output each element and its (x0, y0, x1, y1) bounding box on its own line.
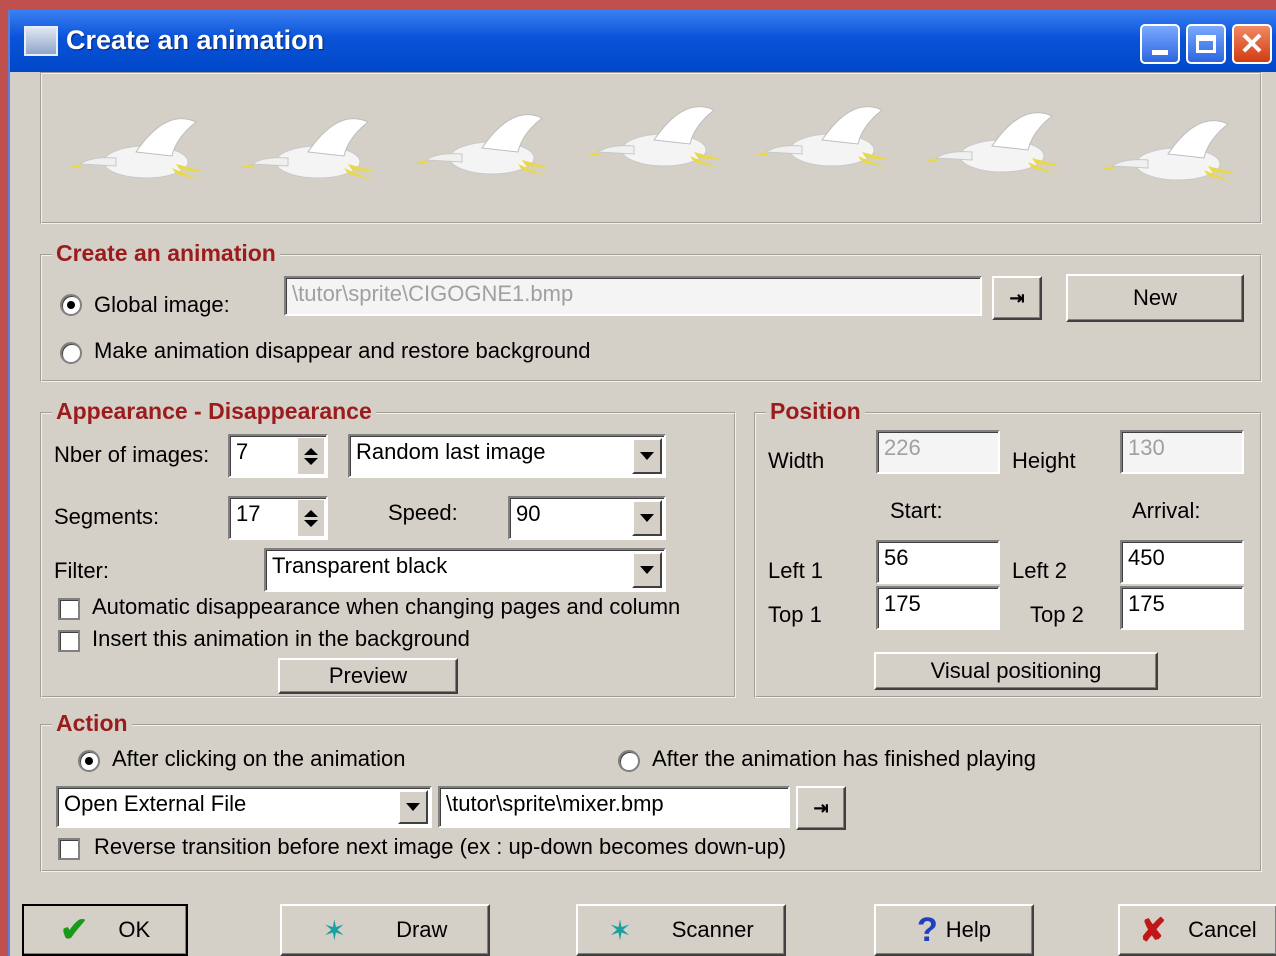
disappear-radio[interactable] (60, 342, 82, 364)
position-legend: Position (766, 398, 865, 425)
last-image-mode-select[interactable]: Random last image (348, 434, 666, 478)
check-icon: ✔ (59, 911, 89, 949)
appearance-legend: Appearance - Disappearance (52, 398, 376, 425)
help-button[interactable]: ? Help (874, 904, 1034, 956)
action-select-value: Open External File (64, 791, 247, 816)
global-image-radio[interactable] (60, 294, 82, 316)
nber-images-label: Nber of images: (54, 442, 210, 467)
speed-select[interactable]: 90 (508, 496, 666, 540)
create-animation-legend: Create an animation (52, 240, 280, 267)
chevron-down-icon[interactable] (398, 790, 428, 824)
global-image-field[interactable]: \tutor\sprite\CIGOGNE1.bmp (284, 276, 982, 316)
reverse-transition-checkbox[interactable] (58, 838, 80, 860)
minimize-icon (1152, 49, 1168, 55)
after-click-label: After clicking on the animation (112, 746, 406, 771)
appearance-group: Appearance - Disappearance Nber of image… (40, 398, 736, 698)
left1-field[interactable]: 56 (876, 540, 1000, 584)
draw-label: Draw (396, 917, 448, 942)
cancel-label: Cancel (1188, 917, 1257, 942)
top1-label: Top 1 (768, 602, 822, 627)
top2-field[interactable]: 175 (1120, 586, 1244, 630)
action-group: Action After clicking on the animation A… (40, 710, 1262, 872)
filter-select[interactable]: Transparent black (264, 548, 666, 592)
create-animation-group: Create an animation Global image: \tutor… (40, 240, 1262, 382)
reverse-transition-label: Reverse transition before next image (ex… (94, 834, 787, 859)
auto-disappear-label: Automatic disappearance when changing pa… (92, 594, 681, 619)
stork-sprite (65, 106, 1239, 183)
chevron-down-icon[interactable] (632, 552, 662, 588)
insert-background-label: Insert this animation in the background (92, 626, 470, 651)
help-label: Help (945, 917, 992, 942)
figure-icon: ✶ (322, 914, 347, 946)
width-field[interactable]: 226 (876, 430, 1000, 474)
after-finished-label: After the animation has finished playing (652, 746, 1037, 771)
left2-label: Left 2 (1012, 558, 1068, 583)
position-group: Position Width 226 Height 130 Start: Arr… (754, 398, 1262, 698)
ok-button[interactable]: ✔ OK (22, 904, 188, 956)
new-button[interactable]: New (1066, 274, 1244, 322)
disappear-label: Make animation disappear and restore bac… (94, 338, 591, 363)
sprite-preview-strip (40, 72, 1262, 224)
visual-positioning-button[interactable]: Visual positioning (874, 652, 1158, 690)
top1-field[interactable]: 175 (876, 586, 1000, 630)
maximize-button[interactable] (1186, 24, 1226, 64)
speed-label: Speed: (388, 500, 458, 525)
after-finished-radio[interactable] (618, 750, 640, 772)
auto-disappear-checkbox[interactable] (58, 598, 80, 620)
minimize-button[interactable] (1140, 24, 1180, 64)
title-bar[interactable]: Create an animation ✕ (10, 10, 1276, 72)
action-file-browse-button[interactable]: ⇥ (796, 786, 846, 830)
height-field[interactable]: 130 (1120, 430, 1244, 474)
segments-label: Segments: (54, 504, 160, 529)
scanner-label: Scanner (671, 917, 754, 942)
app-icon (24, 26, 58, 56)
top2-label: Top 2 (1030, 602, 1084, 627)
figure-icon: ✶ (608, 914, 632, 946)
action-select[interactable]: Open External File (56, 786, 432, 828)
global-image-browse-button[interactable]: ⇥ (992, 276, 1042, 320)
window-title: Create an animation (66, 25, 325, 55)
preview-button[interactable]: Preview (278, 658, 458, 694)
maximize-icon (1196, 35, 1216, 53)
cancel-x-icon: ✘ (1139, 912, 1167, 948)
close-button[interactable]: ✕ (1232, 24, 1272, 64)
left1-label: Left 1 (768, 558, 824, 583)
filter-label: Filter: (54, 558, 109, 583)
nber-images-value: 7 (236, 439, 249, 464)
segments-value: 17 (236, 501, 261, 526)
start-label: Start: (890, 498, 943, 523)
last-image-mode-value: Random last image (356, 439, 546, 464)
chevron-down-icon[interactable] (632, 500, 662, 536)
dialog-window: Create an animation ✕ Create an animatio… (8, 10, 1276, 956)
left2-field[interactable]: 450 (1120, 540, 1244, 584)
action-legend: Action (52, 710, 132, 737)
chevron-down-icon[interactable] (632, 438, 662, 474)
cancel-button[interactable]: ✘ Cancel (1118, 904, 1276, 956)
nber-images-stepper[interactable]: 7 (228, 434, 328, 478)
close-icon: ✕ (1239, 27, 1265, 61)
after-click-radio[interactable] (78, 750, 100, 772)
ok-label: OK (118, 917, 151, 942)
help-icon: ? (916, 910, 938, 949)
segments-stepper[interactable]: 17 (228, 496, 328, 540)
nber-images-spin[interactable] (298, 438, 324, 474)
height-label: Height (1012, 448, 1076, 473)
speed-value: 90 (516, 501, 541, 526)
action-file-field[interactable]: \tutor\sprite\mixer.bmp (438, 786, 790, 828)
scanner-button[interactable]: ✶ Scanner (576, 904, 786, 956)
browse-arrow-icon: ⇥ (1009, 287, 1025, 308)
browse-arrow-icon: ⇥ (813, 797, 829, 818)
filter-value: Transparent black (272, 553, 448, 578)
segments-spin[interactable] (298, 500, 324, 536)
draw-button[interactable]: ✶ Draw (280, 904, 490, 956)
arrival-label: Arrival: (1132, 498, 1201, 523)
width-label: Width (768, 448, 825, 473)
insert-background-checkbox[interactable] (58, 630, 80, 652)
global-image-label: Global image: (94, 292, 230, 317)
